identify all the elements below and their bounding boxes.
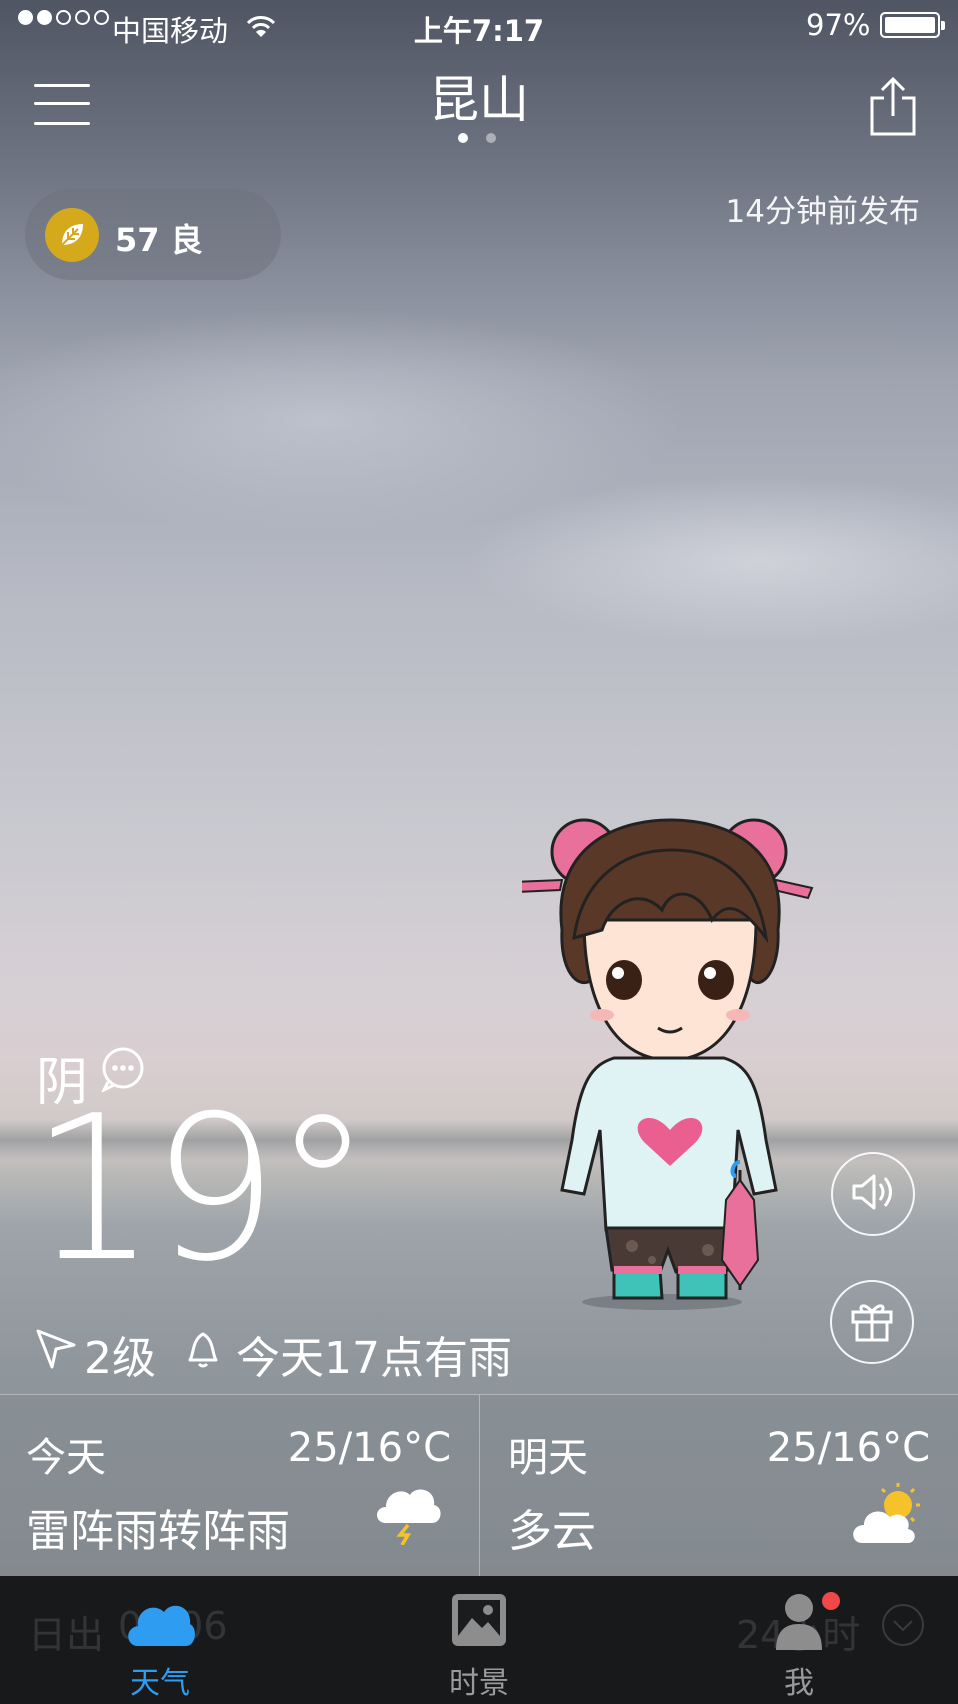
forecast-desc: 雷阵雨转阵雨 bbox=[26, 1506, 290, 1557]
battery-percent: 97% bbox=[806, 8, 871, 42]
cloud-icon bbox=[80, 1592, 240, 1648]
forecast-range: 25/16°C bbox=[766, 1425, 930, 1471]
forecast-panel: 今天 25/16°C 雷阵雨转阵雨 明天 25/16°C 多云 bbox=[0, 1394, 958, 1577]
wind-level: 2级 bbox=[84, 1333, 156, 1384]
cartoon-girl-illustration bbox=[510, 810, 822, 1314]
forecast-range: 25/16°C bbox=[287, 1425, 451, 1471]
forecast-today[interactable]: 今天 25/16°C 雷阵雨转阵雨 bbox=[0, 1395, 479, 1577]
forecast-day: 今天 bbox=[26, 1435, 106, 1481]
forecast-tomorrow[interactable]: 明天 25/16°C 多云 bbox=[480, 1395, 958, 1577]
wind-direction-icon bbox=[34, 1327, 78, 1382]
speaker-icon bbox=[850, 1172, 896, 1216]
rain-alert[interactable]: 今天17点有雨 bbox=[236, 1322, 512, 1386]
notification-badge bbox=[822, 1592, 840, 1610]
tab-label: 天气 bbox=[130, 1666, 190, 1701]
page-dot-2 bbox=[486, 133, 496, 143]
wind-rain-row: 2级 今天17点有雨 bbox=[34, 1322, 512, 1386]
status-bar: 中国移动 上午7:17 97% bbox=[0, 0, 958, 52]
voice-broadcast-button[interactable] bbox=[831, 1152, 915, 1236]
tab-weather[interactable]: 天气 bbox=[80, 1576, 240, 1704]
aqi-level: 良 bbox=[170, 221, 203, 259]
page-dot-1 bbox=[458, 133, 468, 143]
share-icon[interactable] bbox=[868, 76, 918, 142]
publish-time: 14分钟前发布 bbox=[725, 194, 920, 230]
forecast-desc: 多云 bbox=[508, 1506, 596, 1557]
thunderstorm-icon bbox=[372, 1479, 442, 1549]
page-indicator bbox=[458, 133, 496, 143]
gift-icon bbox=[849, 1298, 895, 1346]
battery-icon bbox=[880, 12, 945, 38]
forecast-day: 明天 bbox=[508, 1435, 588, 1481]
tab-me[interactable]: 我 bbox=[719, 1576, 879, 1704]
partly-cloudy-icon bbox=[850, 1481, 928, 1549]
tab-bar: 天气 时景 我 bbox=[0, 1576, 958, 1704]
tab-scenery[interactable]: 时景 bbox=[399, 1576, 559, 1704]
bell-icon bbox=[184, 1328, 222, 1381]
city-title[interactable]: 昆山 bbox=[0, 60, 958, 132]
tab-label: 时景 bbox=[449, 1666, 509, 1701]
gift-button[interactable] bbox=[830, 1280, 914, 1364]
tab-label: 我 bbox=[784, 1666, 814, 1701]
current-temperature: 19° bbox=[30, 1073, 372, 1306]
aqi-badge[interactable]: 57 良 bbox=[25, 189, 281, 280]
photo-icon bbox=[399, 1592, 559, 1648]
leaf-icon bbox=[45, 208, 99, 262]
aqi-value: 57 良 bbox=[115, 221, 203, 259]
user-icon bbox=[719, 1592, 879, 1650]
